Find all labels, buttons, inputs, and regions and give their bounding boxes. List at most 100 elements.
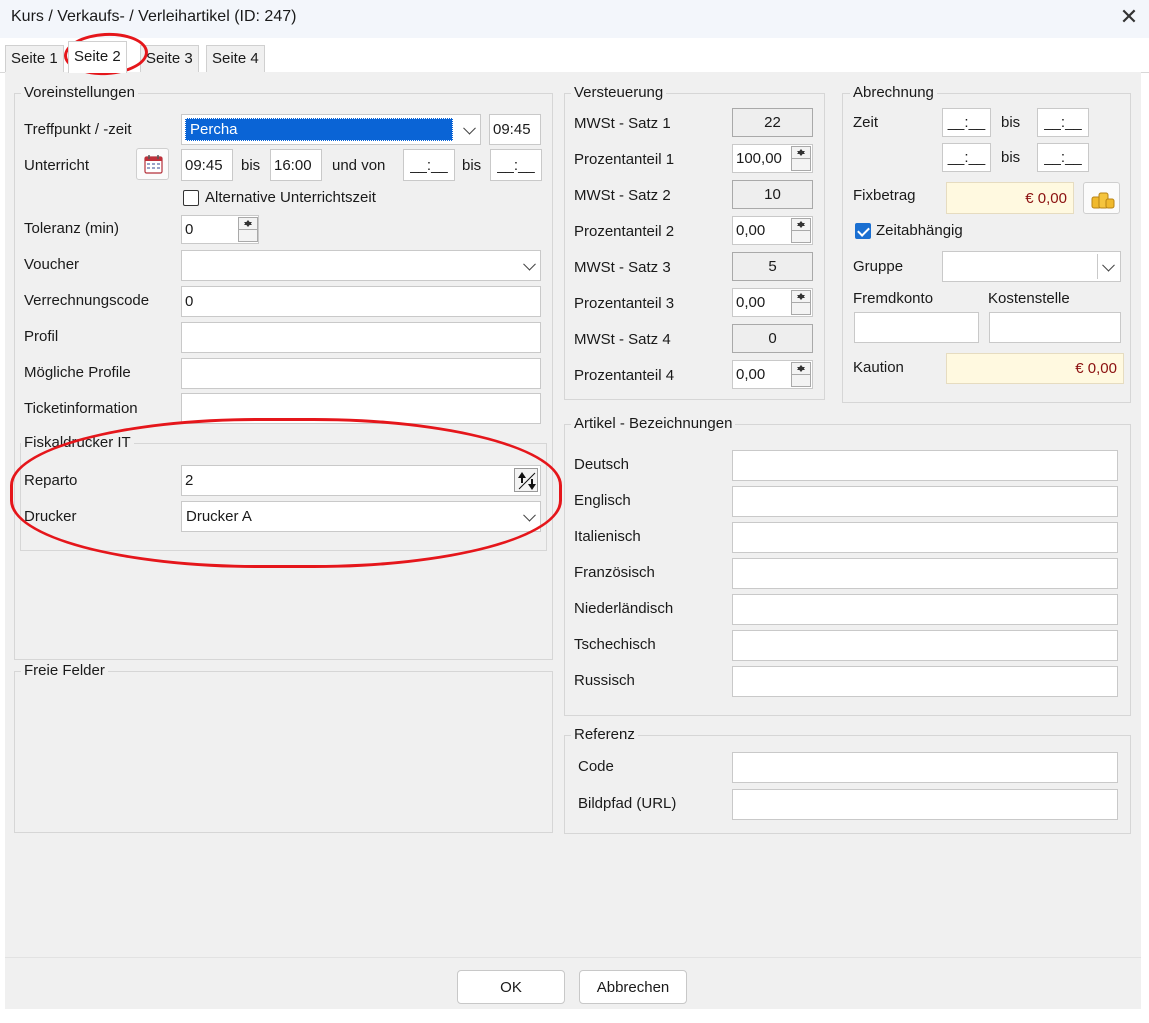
legend-freie-felder: Freie Felder	[21, 662, 108, 679]
label-bis-2: bis	[462, 157, 482, 174]
drucker-select[interactable]: Drucker A	[181, 501, 541, 532]
zeit-to-2-field[interactable]: __:__	[1037, 143, 1089, 172]
treffpunkt-select[interactable]: Percha	[181, 114, 481, 145]
chevron-down-icon	[523, 508, 536, 522]
zeit-to-1-field[interactable]: __:__	[1037, 108, 1089, 137]
prozentanteil-2-spinner[interactable]	[791, 218, 811, 243]
label-prozentanteil-3: Prozentanteil 3	[574, 295, 675, 312]
label-code: Code	[578, 758, 614, 775]
bezeichnung-deutsch-field[interactable]	[732, 450, 1118, 481]
label-franzoesisch: Französisch	[574, 564, 655, 581]
cancel-button[interactable]: Abbrechen	[579, 970, 687, 1004]
kaution-field[interactable]: € 0,00	[946, 353, 1124, 384]
label-voucher: Voucher	[24, 256, 80, 273]
mwst-satz-3-field: 5	[732, 252, 813, 281]
label-ticketinformation: Ticketinformation	[24, 400, 138, 417]
label-gruppe: Gruppe	[853, 258, 904, 275]
reparto-field[interactable]: 2	[181, 465, 541, 496]
zeitabhaengig-checkbox[interactable]	[855, 223, 871, 239]
label-prozentanteil-4: Prozentanteil 4	[574, 367, 675, 384]
reparto-spinner[interactable]	[514, 468, 538, 492]
bezeichnung-franzoesisch-field[interactable]	[732, 558, 1118, 589]
coins-button[interactable]	[1083, 182, 1120, 214]
bezeichnung-russisch-field[interactable]	[732, 666, 1118, 697]
label-russisch: Russisch	[574, 672, 635, 689]
gruppe-select[interactable]	[942, 251, 1121, 282]
up-down-arrow-icon	[518, 472, 536, 490]
label-drucker: Drucker	[24, 508, 77, 525]
label-prozentanteil-1: Prozentanteil 1	[574, 151, 675, 168]
tab-seite-4[interactable]: Seite 4	[206, 45, 265, 72]
bezeichnung-englisch-field[interactable]	[732, 486, 1118, 517]
label-prozentanteil-2: Prozentanteil 2	[574, 223, 675, 240]
fremdkonto-field[interactable]	[854, 312, 979, 343]
legend-abrechnung: Abrechnung	[850, 84, 937, 101]
bezeichnung-niederlaendisch-field[interactable]	[732, 594, 1118, 625]
label-und-von: und von	[332, 157, 386, 174]
label-kaution: Kaution	[853, 359, 904, 376]
close-icon[interactable]: ✕	[1114, 2, 1144, 32]
unterricht-to2-field[interactable]: __:__	[490, 149, 542, 181]
profil-field[interactable]	[181, 322, 541, 353]
label-alternative-unterrichtszeit: Alternative Unterrichtszeit	[205, 189, 376, 206]
referenz-code-field[interactable]	[732, 752, 1118, 783]
verrechnungscode-field[interactable]: 0	[181, 286, 541, 317]
voucher-select[interactable]	[181, 250, 541, 281]
label-tschechisch: Tschechisch	[574, 636, 656, 653]
referenz-bildpfad-field[interactable]	[732, 789, 1118, 820]
label-bis-1: bis	[241, 157, 261, 174]
spin-down-icon[interactable]	[239, 218, 257, 230]
label-profil: Profil	[24, 328, 59, 345]
zeit-from-1-field[interactable]: __:__	[942, 108, 991, 137]
tab-seite-3[interactable]: Seite 3	[140, 45, 199, 72]
prozentanteil-3-spinner[interactable]	[791, 290, 811, 315]
label-moegliche-profile: Mögliche Profile	[24, 364, 131, 381]
gruppe-dropdown-button[interactable]	[1097, 254, 1119, 279]
unterricht-from-field[interactable]: 09:45	[181, 149, 233, 181]
alternative-unterrichtszeit-checkbox[interactable]	[183, 190, 199, 206]
label-zeit: Zeit	[853, 114, 879, 131]
spin-down-icon[interactable]	[792, 219, 810, 231]
label-fremdkonto: Fremdkonto	[853, 290, 934, 307]
legend-referenz: Referenz	[571, 726, 638, 743]
spin-down-icon[interactable]	[792, 291, 810, 303]
label-reparto: Reparto	[24, 472, 78, 489]
tab-seite-1[interactable]: Seite 1	[5, 45, 64, 72]
chevron-down-icon	[523, 257, 536, 271]
legend-versteuerung: Versteuerung	[571, 84, 667, 101]
label-niederlaendisch: Niederländisch	[574, 600, 674, 617]
prozentanteil-1-spinner[interactable]	[791, 146, 811, 171]
mwst-satz-1-field: 22	[732, 108, 813, 137]
label-englisch: Englisch	[574, 492, 631, 509]
unterricht-to-field[interactable]: 16:00	[270, 149, 322, 181]
zeit-from-2-field[interactable]: __:__	[942, 143, 991, 172]
window-title: Kurs / Verkaufs- / Verleihartikel (ID: 2…	[11, 8, 297, 25]
label-toleranz: Toleranz (min)	[24, 220, 120, 237]
tab-seite-2[interactable]: Seite 2	[68, 41, 127, 73]
bezeichnung-italienisch-field[interactable]	[732, 522, 1118, 553]
calendar-button[interactable]	[136, 148, 169, 180]
treffpunkt-time-field[interactable]: 09:45	[489, 114, 541, 145]
coins-icon	[1091, 192, 1115, 209]
label-mwst-satz-1: MWSt - Satz 1	[574, 115, 671, 132]
unterricht-from2-field[interactable]: __:__	[403, 149, 455, 181]
toleranz-spinner[interactable]	[238, 217, 258, 242]
moegliche-profile-field[interactable]	[181, 358, 541, 389]
ticketinformation-field[interactable]	[181, 393, 541, 424]
label-treffpunkt: Treffpunkt / -zeit	[24, 121, 132, 138]
bezeichnung-tschechisch-field[interactable]	[732, 630, 1118, 661]
kostenstelle-field[interactable]	[989, 312, 1121, 343]
spin-down-icon[interactable]	[792, 147, 810, 159]
fixbetrag-field[interactable]: € 0,00	[946, 182, 1074, 214]
treffpunkt-selected-value: Percha	[185, 118, 453, 141]
label-fixbetrag: Fixbetrag	[853, 187, 916, 204]
prozentanteil-4-spinner[interactable]	[791, 362, 811, 387]
label-zeit-bis-2: bis	[1001, 149, 1021, 166]
drucker-selected-value: Drucker A	[186, 508, 252, 525]
dialog-footer	[5, 957, 1141, 1009]
ok-button[interactable]: OK	[457, 970, 565, 1004]
legend-fiskaldrucker: Fiskaldrucker IT	[21, 434, 134, 451]
chevron-down-icon	[1102, 258, 1115, 272]
spin-down-icon[interactable]	[792, 363, 810, 375]
label-bildpfad: Bildpfad (URL)	[578, 795, 677, 812]
